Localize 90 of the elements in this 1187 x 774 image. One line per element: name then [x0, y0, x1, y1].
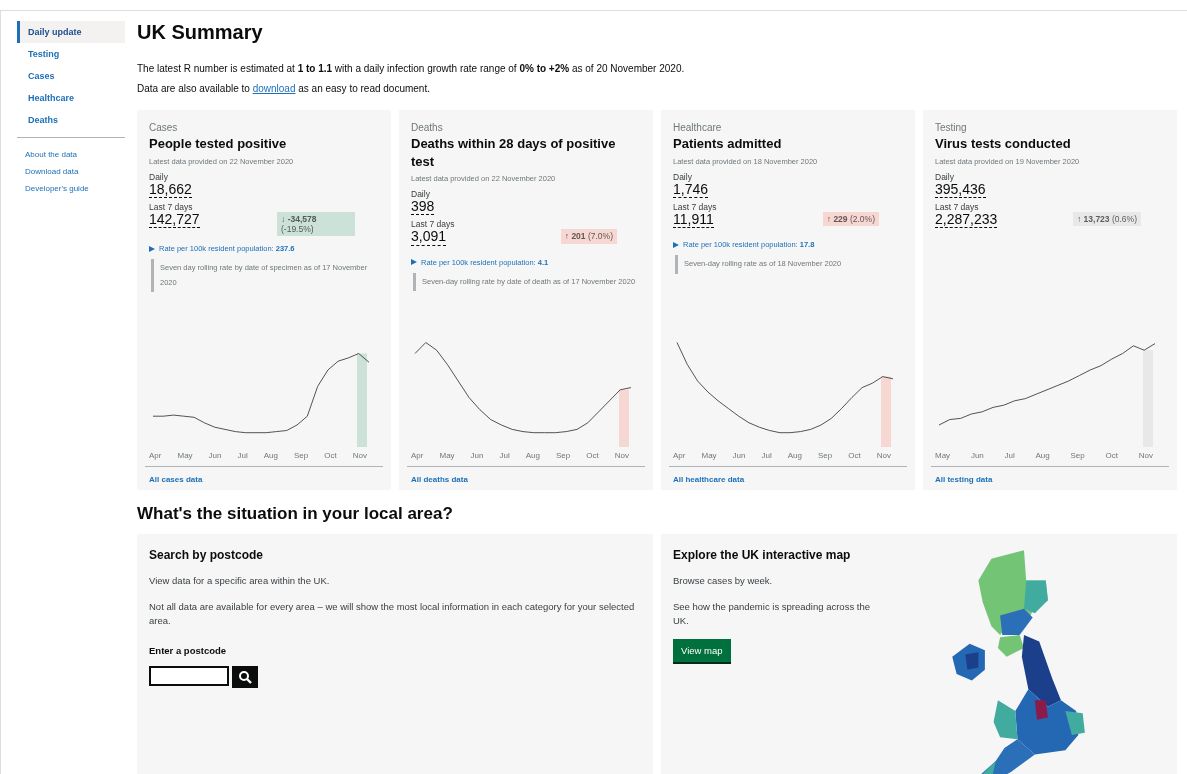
data-link[interactable]: All cases data [149, 475, 203, 484]
field-label: Enter a postcode [149, 645, 228, 657]
metric-label: Last 7 days [673, 201, 718, 212]
metric-value: 1,746 [673, 181, 709, 198]
nav-item[interactable]: Daily update [17, 21, 125, 43]
panel-text: Browse cases by week. [673, 574, 774, 588]
nav-item[interactable]: Testing [17, 43, 125, 65]
download-note: Data are also available to download as an easy to read document. [137, 82, 431, 95]
postcode-field[interactable] [149, 666, 229, 687]
section-title: What's the situation in your local area? [137, 504, 454, 524]
axis-label: Jun [732, 451, 746, 460]
change-badge: ↑ 229 (2.0%) [822, 211, 879, 227]
card-category: Deaths [411, 122, 444, 133]
panel-text: Not all data are available for every area – we will show the most local information in each category for your selected area. [149, 599, 636, 628]
metric-value: 11,911 [673, 211, 714, 229]
axis-label: Oct [324, 451, 337, 460]
search-button[interactable] [232, 666, 258, 689]
nav-item[interactable]: Cases [17, 65, 125, 87]
card-title: People tested positive [149, 135, 288, 153]
expand-icon [673, 241, 679, 248]
axis-label: Aug [787, 451, 802, 460]
axis-label: Nov [352, 451, 367, 460]
axis-label: Jul [237, 451, 248, 460]
metric-label: Last 7 days [411, 219, 456, 230]
axis-label: Oct [586, 451, 599, 460]
axis-label: Aug [1035, 451, 1050, 460]
axis-label: Jul [499, 451, 510, 460]
change-badge: ↑ 201 (7.0%) [560, 229, 617, 244]
axis-label: Apr [673, 451, 686, 460]
axis-label: Nov [876, 451, 891, 460]
nav-item[interactable]: Deaths [17, 109, 125, 131]
axis-label: May [439, 451, 455, 460]
card-title: Patients admitted [673, 135, 783, 153]
metric-label: Last 7 days [935, 201, 980, 212]
panel-title: Explore the UK interactive map [673, 548, 852, 562]
data-link[interactable]: All testing data [935, 475, 993, 484]
axis-label: Apr [411, 451, 424, 460]
axis-label: Jul [1004, 451, 1015, 460]
metric-label: Daily [673, 171, 693, 182]
panel-text: See how the pandemic is spreading across the UK. [673, 599, 871, 628]
metric-value: 395,436 [935, 181, 986, 198]
card-category: Healthcare [673, 122, 723, 133]
change-badge: ↑ 13,723 (0.6%) [1072, 211, 1141, 227]
card-title: Deaths within 28 days of positive test [411, 135, 617, 171]
nav-link[interactable]: About the data [17, 146, 125, 163]
axis-label: Apr [149, 451, 162, 460]
metric-value: 18,662 [149, 181, 192, 198]
metric-label: Last 7 days [149, 201, 194, 212]
axis-label: May [701, 451, 717, 460]
axis-label: Sep [294, 451, 309, 460]
expand-icon [149, 245, 155, 252]
metric-value: 2,287,233 [935, 211, 998, 229]
change-badge: ↓ -34,578 (-19.5%) [277, 211, 355, 237]
intro-text: The latest R number is estimated at 1 to 1.1 with a daily infection growth rate range of 0% to +2% as of 20 November 2020. [137, 62, 686, 75]
search-icon [238, 670, 252, 685]
metric-value: 3,091 [411, 229, 447, 246]
view-map-button[interactable]: View map [673, 639, 731, 663]
axis-label: Aug [263, 451, 278, 460]
metric-value: 398 [411, 199, 435, 216]
axis-label: Nov [1138, 451, 1153, 460]
download-link[interactable]: download [252, 83, 296, 94]
nav-item[interactable]: Healthcare [17, 87, 125, 109]
axis-label: Jul [761, 451, 772, 460]
nav-link[interactable]: Developer's guide [17, 180, 125, 197]
axis-label: May [935, 451, 951, 460]
axis-label: Aug [525, 451, 540, 460]
metric-label: Daily [935, 171, 955, 182]
nav-link[interactable]: Download data [17, 163, 125, 180]
axis-label: May [177, 451, 193, 460]
axis-label: Sep [1070, 451, 1085, 460]
panel-title: Search by postcode [149, 548, 265, 562]
expand-icon [411, 259, 417, 266]
axis-label: Oct [848, 451, 861, 460]
data-link[interactable]: All deaths data [411, 475, 468, 484]
axis-label: Nov [614, 451, 629, 460]
card-category: Cases [149, 122, 179, 133]
card-category: Testing [935, 122, 968, 133]
axis-label: Sep [556, 451, 571, 460]
page-title: UK Summary [137, 21, 264, 44]
axis-label: Sep [818, 451, 833, 460]
axis-label: Oct [1105, 451, 1118, 460]
panel-text: View data for a specific area within the UK. [149, 574, 331, 588]
data-link[interactable]: All healthcare data [673, 475, 745, 484]
axis-label: Jun [470, 451, 484, 460]
metric-label: Daily [149, 171, 169, 182]
axis-label: Jun [970, 451, 984, 460]
metric-value: 142,727 [149, 211, 200, 229]
metric-label: Daily [411, 189, 431, 200]
card-title: Virus tests conducted [935, 135, 1072, 153]
axis-label: Jun [208, 451, 222, 460]
